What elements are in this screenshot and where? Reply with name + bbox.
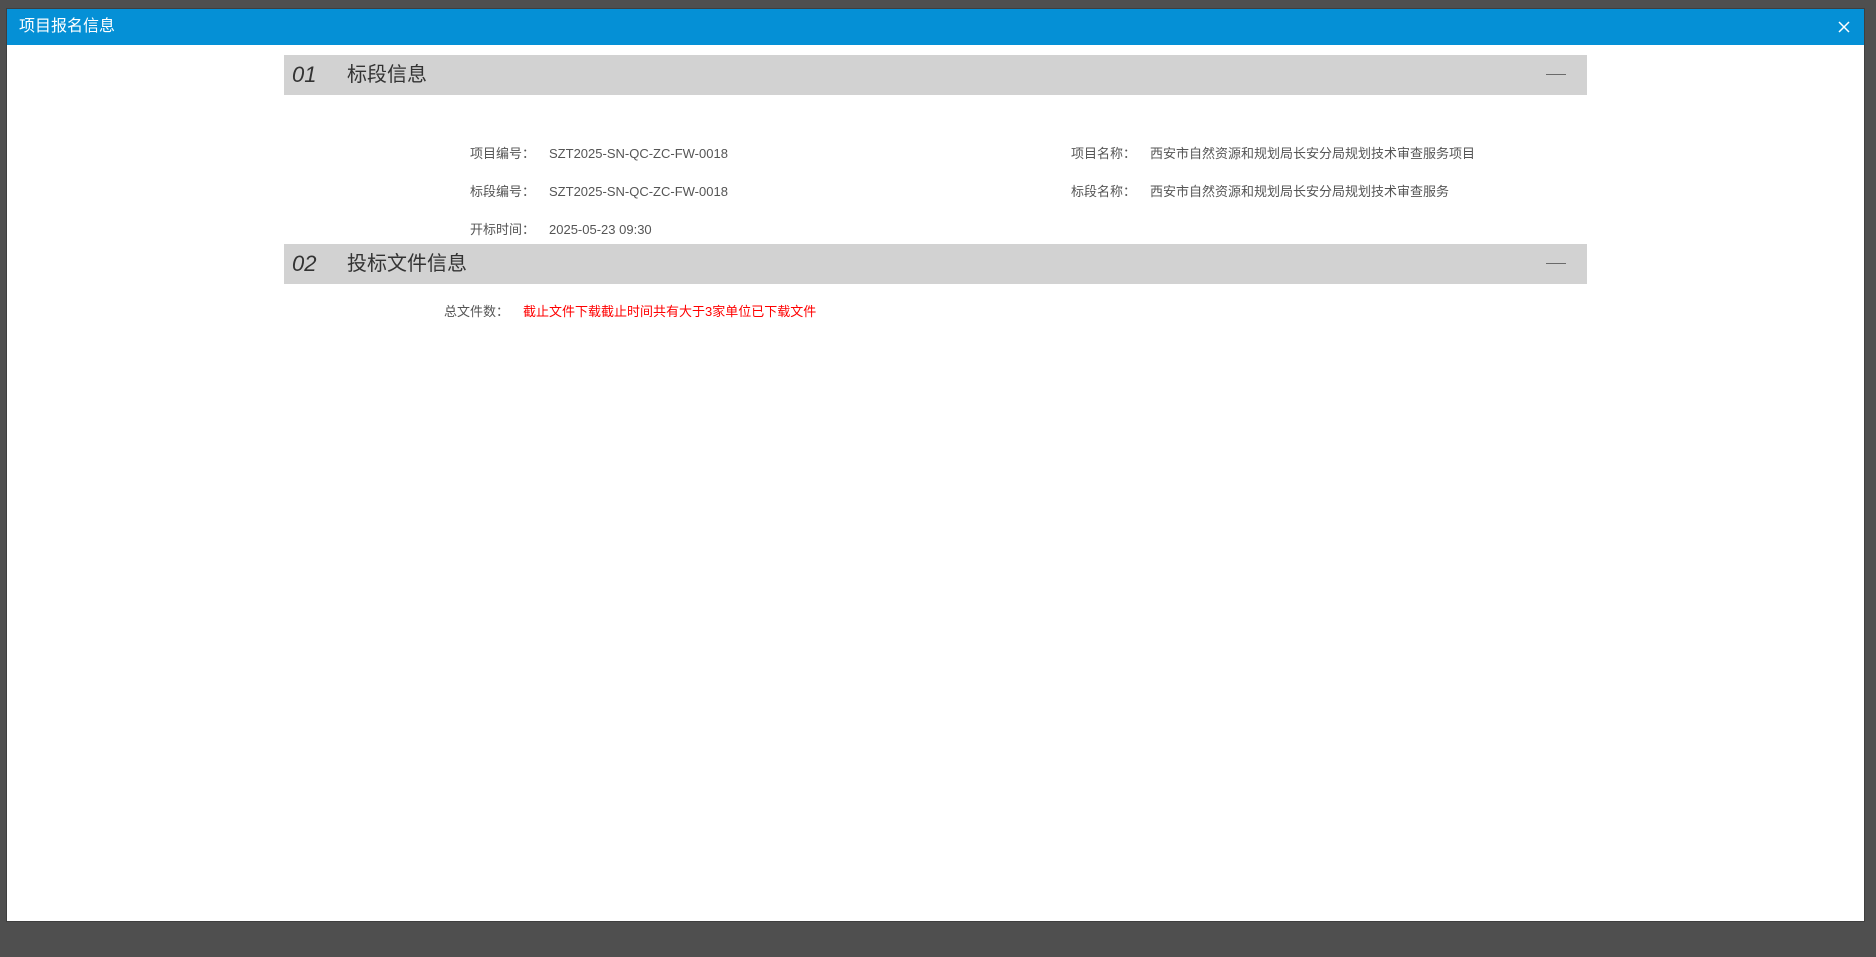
collapse-section-1-button[interactable] [1545, 64, 1567, 86]
field-label: 总文件数： [444, 304, 510, 319]
field-value: 2025-05-23 09:30 [549, 222, 652, 237]
close-button[interactable] [1834, 17, 1854, 37]
section-body-bid-file-info: 总文件数： 截止文件下载截止时间共有大于3家单位已下载文件 [284, 284, 1587, 344]
field-section-name: 标段名称： 西安市自然资源和规划局长安分局规划技术审查服务 [1071, 184, 1449, 200]
field-value: 西安市自然资源和规划局长安分局规划技术审查服务项目 [1150, 146, 1476, 161]
field-label: 项目编号： [470, 146, 536, 161]
dialog-window: 项目报名信息 01 标段信息 项目编号： SZT2025-SN-QC-ZC-FW-… [7, 9, 1864, 921]
field-label: 开标时间： [470, 222, 536, 237]
field-label: 标段名称： [1071, 184, 1137, 199]
field-label: 标段编号： [470, 184, 536, 199]
field-project-code: 项目编号： SZT2025-SN-QC-ZC-FW-0018 [470, 146, 728, 162]
field-total-files: 总文件数： 截止文件下载截止时间共有大于3家单位已下载文件 [444, 304, 816, 320]
field-section-code: 标段编号： SZT2025-SN-QC-ZC-FW-0018 [470, 184, 728, 200]
minus-icon [1546, 263, 1566, 264]
section-number: 01 [292, 62, 317, 87]
field-project-name: 项目名称： 西安市自然资源和规划局长安分局规划技术审查服务项目 [1071, 146, 1475, 162]
field-value-warning: 截止文件下载截止时间共有大于3家单位已下载文件 [523, 304, 817, 319]
field-open-time: 开标时间： 2025-05-23 09:30 [470, 222, 652, 238]
close-icon [1838, 21, 1850, 33]
dialog-content: 01 标段信息 项目编号： SZT2025-SN-QC-ZC-FW-0018 项目… [284, 55, 1587, 344]
dialog-titlebar: 项目报名信息 [7, 9, 1864, 45]
field-value: 西安市自然资源和规划局长安分局规划技术审查服务 [1150, 184, 1450, 199]
section-header-bid-file-info: 02 投标文件信息 [284, 244, 1587, 284]
collapse-section-2-button[interactable] [1545, 253, 1567, 275]
section-body-bid-section-info: 项目编号： SZT2025-SN-QC-ZC-FW-0018 项目名称： 西安市自然… [284, 95, 1587, 244]
field-value: SZT2025-SN-QC-ZC-FW-0018 [549, 184, 728, 199]
dialog-title: 项目报名信息 [19, 18, 116, 35]
section-number: 02 [292, 251, 317, 276]
field-label: 项目名称： [1071, 146, 1137, 161]
section-header-bid-section-info: 01 标段信息 [284, 55, 1587, 95]
minus-icon [1546, 74, 1566, 75]
field-value: SZT2025-SN-QC-ZC-FW-0018 [549, 146, 728, 161]
section-title: 标段信息 [347, 64, 427, 86]
section-title: 投标文件信息 [347, 253, 467, 275]
